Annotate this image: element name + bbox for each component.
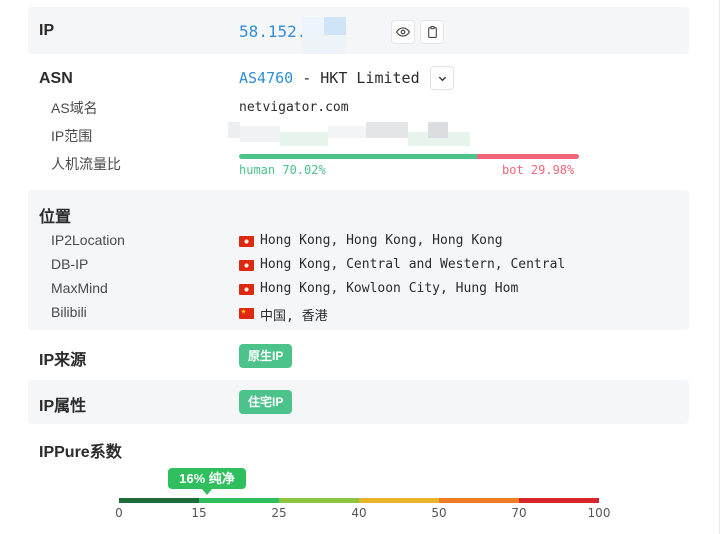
hk-flag-icon <box>239 260 254 271</box>
asn-line: AS4760 - HKT Limited <box>239 69 420 87</box>
ip-type-label: IP属性 <box>39 398 87 415</box>
ip-row: IP 58.152. <box>28 7 689 54</box>
location-source-label: DB-IP <box>51 256 89 272</box>
location-source-label: MaxMind <box>51 280 108 296</box>
score-tick-label: 40 <box>351 506 367 520</box>
location-value: Hong Kong, Kowloon City, Hung Hom <box>260 281 519 296</box>
as-domain-value: netvigator.com <box>239 100 349 115</box>
ip-source-row: IP来源 原生IP <box>28 334 689 376</box>
location-row: 位置 IP2Location Hong Kong, Hong Kong, Hong… <box>28 190 689 330</box>
score-badge: 16% 纯净 <box>168 468 246 489</box>
as-domain-label: AS域名 <box>51 100 98 116</box>
asn-name: - HKT Limited <box>293 69 420 87</box>
hk-flag-icon <box>239 236 254 247</box>
score-segment <box>119 498 199 503</box>
score-row: IPPure系数 0 15 25 40 50 70 100 16% 纯净 <box>28 428 689 528</box>
score-tick-label: 100 <box>587 506 611 520</box>
ip-value[interactable]: 58.152. <box>239 22 306 41</box>
ip-type-tag: 住宅IP <box>239 390 293 414</box>
human-share-fill <box>239 154 478 159</box>
score-tick-label: 50 <box>431 506 447 520</box>
traffic-ratio-label: 人机流量比 <box>51 156 121 172</box>
asn-expand-button[interactable] <box>430 66 454 90</box>
ip-type-row: IP属性 住宅IP <box>28 380 689 424</box>
score-segment <box>359 498 439 503</box>
asn-link[interactable]: AS4760 <box>239 69 293 87</box>
chevron-down-icon <box>438 76 446 81</box>
score-segment <box>199 498 279 503</box>
location-label: 位置 <box>39 209 72 226</box>
ip-range-label: IP范围 <box>51 128 93 144</box>
location-value: Hong Kong, Hong Kong, Hong Kong <box>260 233 503 248</box>
location-value: Hong Kong, Central and Western, Central <box>260 257 566 272</box>
ip-source-label: IP来源 <box>39 352 87 369</box>
traffic-ratio-bar <box>239 154 579 159</box>
score-tick-label: 70 <box>511 506 527 520</box>
asn-row: ASN AS4760 - HKT Limited AS域名 netvigator… <box>28 58 689 186</box>
ip-info-panel: IP 58.152. ASN AS4760 - HKT Limited AS域名… <box>0 0 723 534</box>
bot-share-fill <box>477 154 579 159</box>
score-pointer <box>202 489 212 495</box>
eye-icon <box>396 27 410 37</box>
show-ip-button[interactable] <box>391 20 415 44</box>
score-gauge: 0 15 25 40 50 70 100 16% 纯净 <box>115 428 610 528</box>
score-tick-label: 15 <box>191 506 207 520</box>
score-label: IPPure系数 <box>39 444 122 461</box>
asn-label: ASN <box>39 70 73 87</box>
ip-source-tag: 原生IP <box>239 344 293 368</box>
cn-flag-icon <box>239 308 254 319</box>
location-source-label: IP2Location <box>51 232 125 248</box>
copy-ip-button[interactable] <box>420 20 444 44</box>
location-value: 中国, 香港 <box>260 309 328 324</box>
hk-flag-icon <box>239 284 254 295</box>
scrollbar-track[interactable] <box>719 0 720 534</box>
score-segment <box>279 498 359 503</box>
ip-masked-block <box>302 17 346 54</box>
ip-label: IP <box>39 22 55 39</box>
ip-range-masked <box>228 122 481 146</box>
score-tick-label: 25 <box>271 506 287 520</box>
score-tick-label: 0 <box>115 506 123 520</box>
location-source-label: Bilibili <box>51 304 87 320</box>
score-segment <box>439 498 519 503</box>
clipboard-icon <box>427 26 437 38</box>
human-ratio-text: human 70.02% <box>239 163 326 177</box>
bot-ratio-text: bot 29.98% <box>502 163 575 177</box>
score-segment <box>519 498 599 503</box>
